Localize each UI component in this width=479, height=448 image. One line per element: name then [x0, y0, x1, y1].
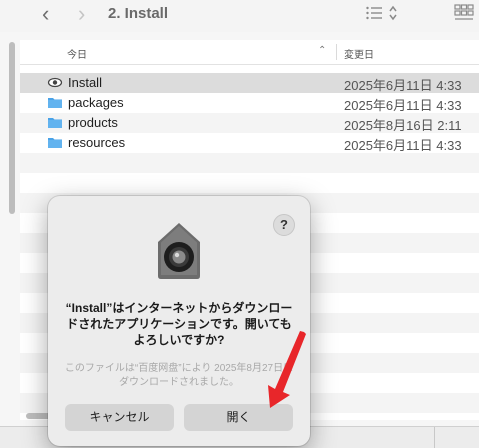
column-divider[interactable] [336, 44, 337, 60]
file-date: 2025年6月11日 4:33 [344, 78, 462, 93]
folder-icon [48, 118, 62, 128]
back-button[interactable]: ‹ [42, 2, 49, 26]
path-bar-divider [434, 427, 435, 448]
list-view-icon[interactable] [366, 6, 382, 20]
forward-button[interactable]: › [78, 2, 85, 26]
vertical-scrollbar[interactable] [9, 42, 15, 214]
file-name: packages [68, 95, 124, 110]
toolbar: ‹ › 2. Install [0, 0, 479, 32]
column-header-date[interactable]: 変更日 [344, 46, 374, 61]
sort-indicator-icon: ⌃ [318, 45, 327, 56]
list-item-resources[interactable]: resources 2025年6月11日 4:33 [20, 133, 479, 153]
list-item-packages[interactable]: packages 2025年6月11日 4:33 [20, 93, 479, 113]
updown-icon[interactable] [388, 4, 398, 22]
help-button[interactable]: ? [273, 214, 295, 236]
dialog-message: “Install”はインターネットからダウンロードされたアプリケーションです。開… [65, 301, 293, 347]
list-item-products[interactable]: products 2025年8月16日 2:11 [20, 113, 479, 133]
list-header: 今日 ⌃ 変更日 [20, 40, 479, 65]
window-title: 2. Install [108, 5, 169, 22]
empty-row [20, 153, 479, 173]
list-item-install[interactable]: Install 2025年6月11日 4:33 [20, 73, 479, 93]
folder-icon [48, 98, 62, 108]
file-date: 2025年6月11日 4:33 [344, 138, 462, 153]
file-date: 2025年6月11日 4:33 [344, 98, 462, 113]
cancel-button[interactable]: キャンセル [65, 404, 174, 431]
column-header-name[interactable]: 今日 [67, 46, 87, 61]
file-date: 2025年8月16日 2:11 [344, 118, 462, 133]
dialog-detail: このファイルは“百度网盘”により 2025年8月27日にダウンロードされました。 [64, 363, 294, 388]
empty-row [20, 173, 479, 193]
file-name: resources [68, 135, 126, 150]
file-name: Install [68, 75, 102, 90]
grid-view-icon[interactable] [454, 4, 474, 22]
file-name: products [68, 115, 118, 130]
red-arrow-annotation [268, 331, 306, 408]
app-eye-icon [47, 77, 63, 88]
folder-icon [48, 138, 62, 148]
gatekeeper-shield-icon [158, 223, 200, 279]
